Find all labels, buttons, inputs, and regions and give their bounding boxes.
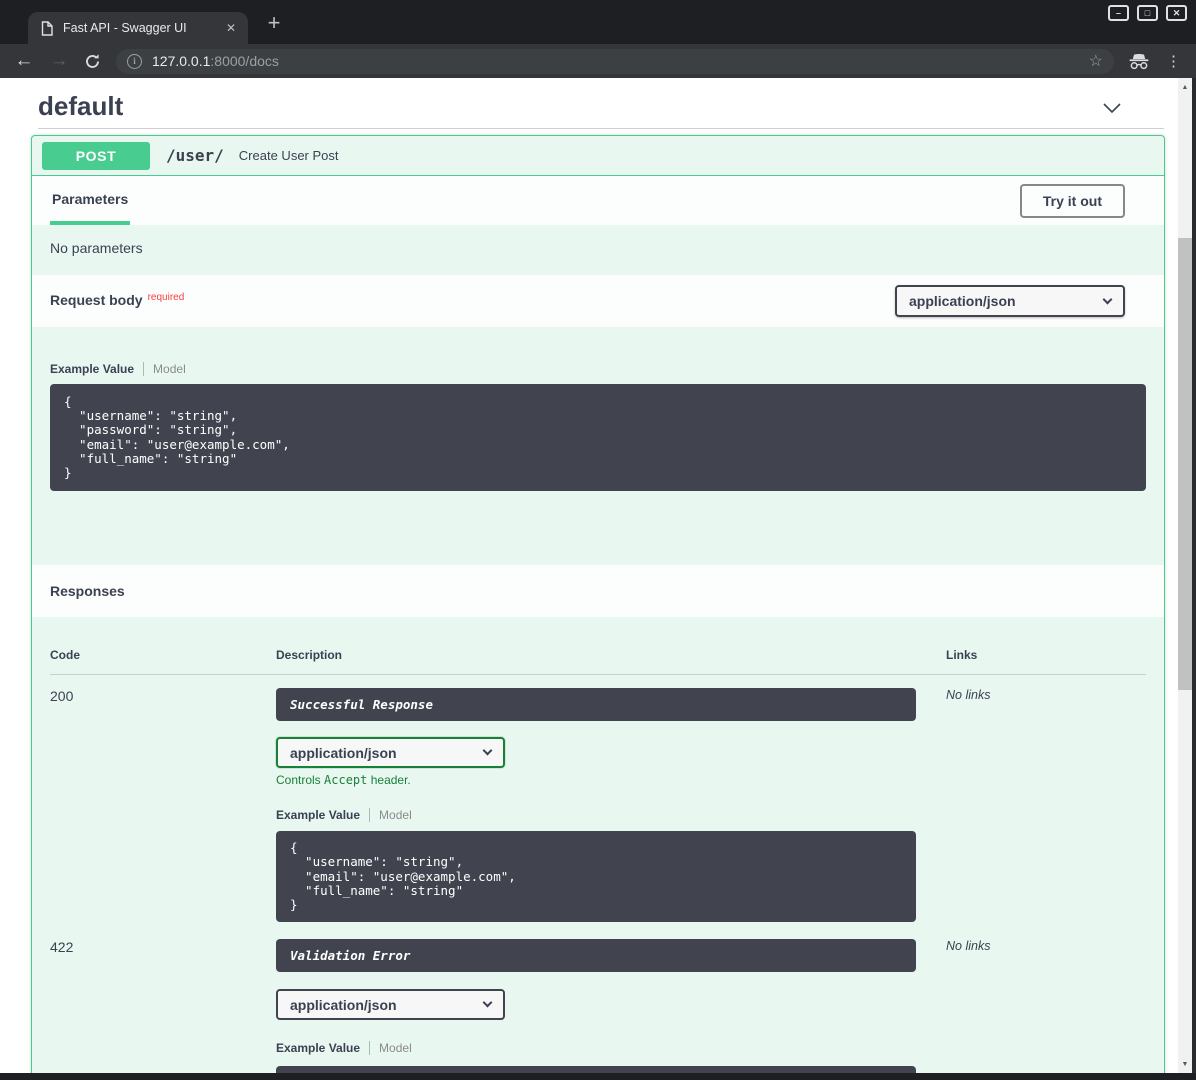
responses-header: Responses — [32, 565, 1164, 617]
responses-table: Code Description Links 200 Successful Re… — [32, 617, 1164, 1073]
browser-tab[interactable]: Fast API - Swagger UI ✕ — [28, 12, 248, 44]
tab-separator — [369, 1041, 370, 1055]
document-icon — [41, 21, 53, 36]
browser-toolbar: ← → i 127.0.0.1:8000/docs ☆ ⋮ — [0, 44, 1196, 78]
required-label: required — [148, 292, 185, 303]
maximize-button[interactable]: □ — [1137, 5, 1158, 21]
tab-example-value[interactable]: Example Value — [276, 808, 360, 822]
request-media-type-select[interactable]: application/json — [895, 285, 1125, 317]
tab-separator — [369, 808, 370, 822]
accept-code-text: Accept — [324, 773, 367, 787]
operation-description: Create User Post — [239, 148, 339, 163]
tab-model[interactable]: Model — [153, 362, 186, 376]
menu-icon[interactable]: ⋮ — [1166, 52, 1181, 70]
response-example-code: { "detail": [ — [276, 1066, 916, 1073]
tab-example-value[interactable]: Example Value — [276, 1041, 360, 1055]
scroll-down-icon[interactable]: ▼ — [1178, 1057, 1192, 1071]
response-media-type-value: application/json — [290, 997, 397, 1013]
chevron-down-icon — [483, 998, 493, 1008]
close-button[interactable]: ✕ — [1166, 5, 1187, 21]
response-description: Successful Response — [276, 688, 916, 721]
responses-title: Responses — [50, 583, 125, 599]
response-media-type-select[interactable]: application/json — [276, 989, 505, 1020]
swagger-page: default POST /user/ Create User Post — [0, 78, 1178, 1073]
page-scrollbar[interactable]: ▲ ▼ — [1178, 78, 1192, 1073]
response-media-type-value: application/json — [290, 745, 397, 761]
response-row-422: 422 Validation Error application/json Ex… — [50, 926, 1146, 1073]
response-media-type-select[interactable]: application/json — [276, 737, 505, 768]
responses-table-head: Code Description Links — [50, 648, 1146, 675]
tab-separator — [143, 362, 144, 376]
response-row-200: 200 Successful Response application/json… — [50, 675, 1146, 922]
tab-example-value[interactable]: Example Value — [50, 362, 134, 376]
page-content: default POST /user/ Create User Post — [0, 78, 1196, 1073]
response-code: 200 — [50, 688, 276, 704]
request-body-example-code: { "username": "string", "password": "str… — [50, 384, 1146, 491]
response-code: 422 — [50, 939, 276, 955]
response-example-code: { "username": "string", "email": "user@e… — [276, 831, 916, 922]
response-links: No links — [946, 939, 1146, 953]
chevron-down-icon — [483, 746, 493, 756]
site-info-icon[interactable]: i — [127, 54, 142, 69]
operation-path: /user/ — [166, 146, 224, 165]
back-icon[interactable]: ← — [13, 50, 35, 72]
api-section-header[interactable]: default — [0, 88, 1178, 128]
section-title: default — [38, 88, 1178, 124]
tab-model[interactable]: Model — [379, 808, 412, 822]
scroll-up-icon[interactable]: ▲ — [1178, 80, 1192, 94]
accept-header-note: Controls Accept header. — [276, 773, 916, 787]
opblock-post-user: POST /user/ Create User Post Parameters … — [31, 135, 1165, 1073]
tab-strip: Fast API - Swagger UI ✕ + – □ ✕ — [0, 0, 1196, 44]
operation-summary[interactable]: POST /user/ Create User Post — [32, 136, 1164, 176]
reload-icon[interactable] — [81, 53, 103, 70]
request-media-type-value: application/json — [909, 293, 1016, 309]
window-right-edge — [1192, 78, 1196, 1073]
column-header-links: Links — [946, 648, 1146, 662]
try-it-out-button[interactable]: Try it out — [1020, 184, 1125, 218]
window-bottom-edge — [0, 1073, 1196, 1080]
minimize-button[interactable]: – — [1108, 5, 1129, 21]
chevron-down-icon[interactable] — [1102, 101, 1122, 119]
section-divider — [38, 128, 1164, 129]
url-path: :8000/docs — [210, 53, 279, 69]
tab-close-icon[interactable]: ✕ — [222, 19, 240, 37]
address-bar[interactable]: i 127.0.0.1:8000/docs ☆ — [116, 49, 1114, 74]
incognito-icon — [1124, 53, 1154, 70]
request-body-example: Example Value Model { "username": "strin… — [32, 327, 1164, 565]
forward-icon: → — [48, 50, 70, 72]
tab-title: Fast API - Swagger UI — [63, 21, 222, 35]
bookmark-star-icon[interactable]: ☆ — [1089, 51, 1103, 71]
url-host: 127.0.0.1 — [152, 53, 210, 69]
no-parameters-text: No parameters — [32, 225, 1164, 275]
response-links: No links — [946, 688, 1146, 702]
parameters-header: Parameters Try it out — [32, 176, 1164, 225]
column-header-description: Description — [276, 648, 916, 662]
url-text[interactable]: 127.0.0.1:8000/docs — [152, 53, 1081, 69]
tab-parameters: Parameters — [50, 176, 130, 225]
request-body-header: Request body required application/json — [32, 275, 1164, 327]
request-body-title: Request body — [50, 292, 143, 308]
new-tab-button[interactable]: + — [261, 10, 287, 36]
window-controls: – □ ✕ — [1108, 5, 1187, 21]
response-description: Validation Error — [276, 939, 916, 972]
method-badge: POST — [42, 142, 150, 170]
browser-window: Fast API - Swagger UI ✕ + – □ ✕ ← → i 12… — [0, 0, 1196, 1080]
chevron-down-icon — [1103, 294, 1113, 304]
scrollbar-thumb[interactable] — [1178, 238, 1192, 690]
tab-model[interactable]: Model — [379, 1041, 412, 1055]
column-header-code: Code — [50, 648, 276, 662]
